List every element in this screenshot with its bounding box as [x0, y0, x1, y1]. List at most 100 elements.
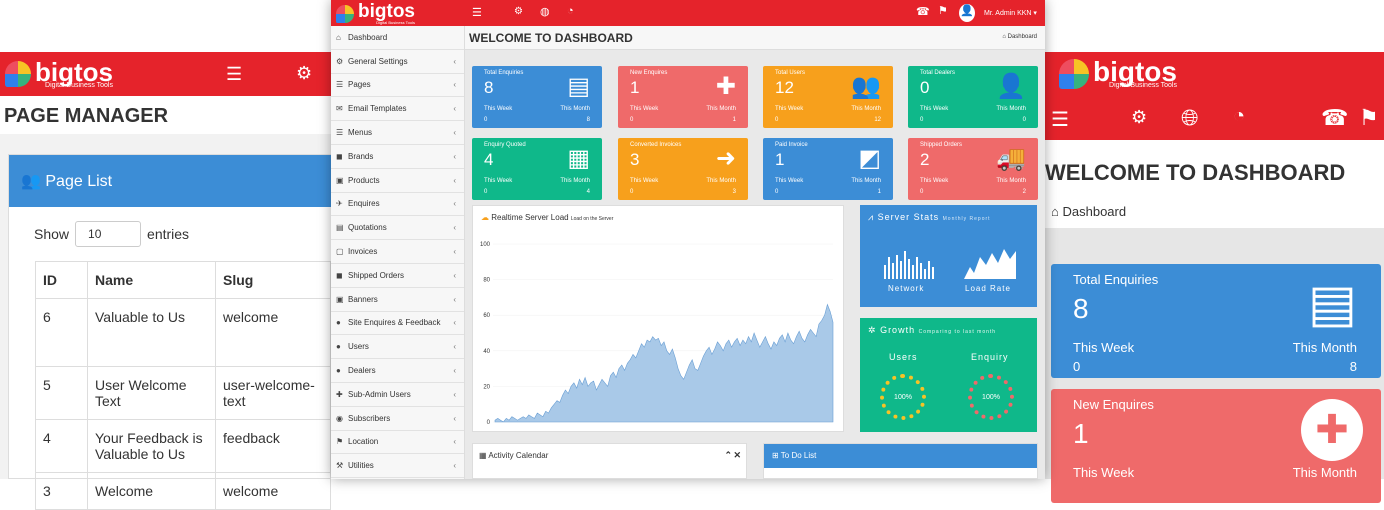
todo-icon: ⊞ — [772, 451, 779, 460]
sidebar-item[interactable]: ✈ Enquires ‹ — [331, 193, 464, 217]
stat-tile[interactable]: Total Enquiries 8 This Week This Month 0 8 ▤ — [472, 66, 602, 128]
globe-icon[interactable]: 🌐︎ — [1181, 105, 1199, 131]
user-menu[interactable]: Mr. Admin KKN ▾ — [984, 9, 1037, 17]
brand-logo[interactable]: bigtos Digital Business Tools — [1059, 58, 1370, 89]
stat-tile[interactable]: Shipped Orders 2 This Week This Month 0 2 🚚 — [908, 138, 1038, 200]
sidebar-item[interactable]: ◉ Subscribers ‹ — [331, 407, 464, 431]
sidebar-item[interactable]: ☰ Pages ‹ — [331, 74, 464, 98]
sidebar-item-label: Invoices — [348, 247, 378, 257]
cloud-icon: ☁ — [481, 213, 489, 222]
col-id[interactable]: ID — [35, 261, 88, 299]
phone-icon[interactable]: ☎ — [1321, 105, 1348, 131]
settings-icon[interactable]: ⚙ — [1131, 107, 1147, 128]
notebook-icon: ▤ — [1307, 275, 1357, 333]
stat-tile[interactable]: Total Users 12 This Week This Month 0 12 👥 — [763, 66, 893, 128]
server-load-chart: 0 20 40 60 80 100 — [480, 242, 834, 426]
phone-icon[interactable]: ☎ — [916, 5, 930, 18]
enquiry-label: Enquiry — [971, 352, 1009, 362]
sidebar-item-label: Shipped Orders — [348, 270, 405, 280]
tile-week-label: This Week — [630, 178, 659, 184]
sidebar-item[interactable]: ⚙ General Settings ‹ — [331, 50, 464, 74]
col-slug[interactable]: Slug — [215, 261, 331, 299]
page-header: WELCOME TO DASHBOARD ⌂ Dashboard — [1045, 140, 1384, 228]
y-tick-label: 20 — [483, 384, 490, 390]
sidebar-item-label: Enquires — [348, 199, 380, 209]
brand-logo[interactable]: bigtos Digital Business Tools — [5, 59, 113, 89]
settings-icon[interactable]: ⚙ — [514, 6, 523, 17]
col-name[interactable]: Name — [87, 261, 216, 299]
menu-icon[interactable]: ☰ — [472, 6, 482, 19]
flag-icon[interactable]: ⚑ — [1359, 105, 1379, 131]
page-header: WELCOME TO DASHBOARD ⌂ Dashboard — [465, 26, 1045, 50]
sidebar-item[interactable]: ⚒ Utilities ‹ — [331, 454, 464, 479]
y-tick-label: 100 — [480, 242, 491, 248]
breadcrumb-label: Dashboard — [1062, 204, 1127, 219]
sidebar-item-label: Users — [348, 342, 369, 352]
brand-logo[interactable]: bigtos Digital Business Tools — [336, 2, 415, 25]
top-navbar: bigtos Digital Business Tools ☰ ⚙ ◍ ◔ ☎ ⚑… — [331, 0, 1045, 26]
page-list-panel: 👥 Page List Show 10 entries ID Name Slug… — [8, 154, 332, 510]
tile-week-value: 0 — [484, 189, 488, 195]
sidebar-item[interactable]: ▤ Quotations ‹ — [331, 216, 464, 241]
breadcrumb[interactable]: ⌂ Dashboard — [1002, 34, 1037, 40]
cell-slug: welcome — [215, 298, 331, 367]
sidebar-item-icon: ✚ — [336, 389, 343, 399]
tile-month-value: 8 — [586, 117, 590, 123]
stat-tile[interactable]: New Enquires 1 This Week This Month 0 1 ✚ — [618, 66, 748, 128]
users-icon: 👥 — [21, 173, 41, 190]
tile-month-label: This Month — [706, 178, 736, 184]
table-row[interactable]: 4 Your Feedback is Valuable to Us feedback — [35, 419, 331, 473]
menu-icon[interactable]: ☰ — [1051, 107, 1069, 132]
sidebar-item-icon: ● — [336, 318, 341, 328]
sidebar-item[interactable]: ⚑ Location ‹ — [331, 431, 464, 455]
chevron-left-icon: ‹ — [453, 128, 456, 138]
table-row[interactable]: 3 Welcome welcome — [35, 472, 331, 510]
close-icon[interactable]: ✕ — [733, 450, 741, 461]
tile-month-label: This Month — [851, 106, 881, 112]
stat-tile[interactable]: Enquiry Quoted 4 This Week This Month 0 4 ▦ — [472, 138, 602, 200]
sidebar-item[interactable]: ✚ Sub-Admin Users ‹ — [331, 383, 464, 407]
tile-month-label: This Month — [560, 178, 590, 184]
sidebar-item[interactable]: ◼ Brands ‹ — [331, 145, 464, 169]
globe-icon[interactable]: ◍ — [540, 5, 550, 18]
stat-tile[interactable]: Converted Invoices 3 This Week This Month 0 3… — [618, 138, 748, 200]
breadcrumb[interactable]: ⌂ Dashboard — [1045, 204, 1384, 219]
sidebar-item-label: Email Templates — [348, 104, 407, 114]
entries-select[interactable]: 10 — [75, 221, 142, 247]
settings-icon[interactable]: ⚙ — [296, 63, 312, 84]
chevron-left-icon: ‹ — [453, 223, 456, 233]
sidebar-item[interactable]: ◼ Shipped Orders ‹ — [331, 264, 464, 288]
sidebar-item[interactable]: ☰ Menus ‹ — [331, 121, 464, 145]
panel-subtitle: Monthly Report — [942, 216, 991, 222]
sidebar-item-icon: ⚙ — [336, 56, 344, 66]
breadcrumb-label: Dashboard — [1007, 34, 1037, 40]
panel-title: Activity Calendar — [488, 451, 549, 460]
sidebar-item[interactable]: ● Dealers ‹ — [331, 359, 464, 383]
dashboard-gauge-icon[interactable]: ◔ — [1233, 105, 1245, 128]
new-enquires-tile[interactable]: New Enquires 1 ✚ This Week This Month — [1051, 389, 1381, 503]
avatar[interactable]: 👤 — [959, 4, 975, 22]
table-row[interactable]: 6 Valuable to Us welcome — [35, 298, 331, 367]
dashboard-gauge-icon[interactable]: ◔ — [567, 5, 574, 17]
chevron-left-icon: ‹ — [453, 270, 456, 280]
table-row[interactable]: 5 User Welcome Text user-welcome-text — [35, 366, 331, 420]
sidebar-item[interactable]: ● Users ‹ — [331, 335, 464, 360]
sidebar-item[interactable]: ▣ Banners ‹ — [331, 288, 464, 312]
stat-tile[interactable]: Paid Invoice 1 This Week This Month 0 1 ◩ — [763, 138, 893, 200]
sidebar-item[interactable]: ▣ Products ‹ — [331, 169, 464, 193]
plus-circle-icon: ✚ — [715, 73, 736, 100]
stat-tile[interactable]: Total Dealers 0 This Week This Month 0 0 👤 — [908, 66, 1038, 128]
sidebar-item[interactable]: ● Site Enquires & Feedback ‹ — [331, 312, 464, 336]
total-enquiries-tile[interactable]: Total Enquiries 8 ▤ This Week This Month… — [1051, 264, 1381, 378]
sidebar-item[interactable]: ⌂ Dashboard — [331, 26, 464, 50]
flag-icon[interactable]: ⚑ — [938, 4, 948, 17]
sidebar-item-label: Dealers — [348, 366, 376, 376]
panel-header: ☁ Realtime Server Load Load on the Serve… — [473, 206, 843, 229]
page-title: WELCOME TO DASHBOARD — [469, 31, 633, 45]
collapse-icon[interactable]: ⌃ — [724, 450, 732, 461]
sidebar-item[interactable]: ▢ Invoices ‹ — [331, 240, 464, 264]
sidebar-item[interactable]: ✉ Email Templates ‹ — [331, 97, 464, 122]
tile-week-value: 0 — [920, 117, 924, 123]
cell-slug: user-welcome-text — [215, 366, 331, 420]
menu-icon[interactable]: ☰ — [226, 64, 242, 85]
